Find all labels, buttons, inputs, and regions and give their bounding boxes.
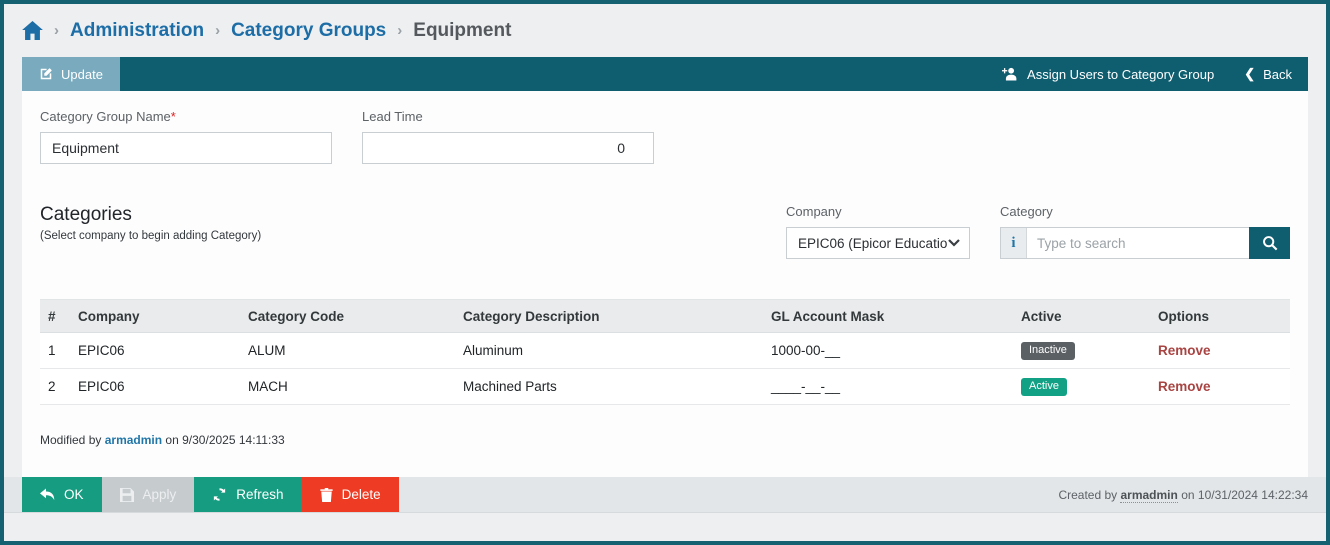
apply-button[interactable]: Apply — [101, 477, 195, 512]
chevron-down-icon — [948, 239, 960, 247]
company-select[interactable]: EPIC06 (Epicor Education — [786, 227, 970, 259]
footer-toolbar: OK Apply Refresh Delete Created by armad… — [4, 477, 1326, 513]
company-label: Company — [786, 204, 842, 219]
categories-section-header: Categories (Select company to begin addi… — [40, 204, 1290, 259]
chevron-left-icon: ❮ — [1244, 66, 1256, 81]
refresh-icon — [212, 487, 227, 502]
category-search-field: Category i — [1000, 204, 1290, 259]
delete-button[interactable]: Delete — [301, 477, 399, 512]
category-search-group: i — [1000, 227, 1290, 259]
toolbar-right-group: Assign Users to Category Group ❮ Back — [1002, 57, 1308, 91]
refresh-button[interactable]: Refresh — [194, 477, 302, 512]
category-group-name-label: Category Group Name* — [40, 109, 176, 124]
undo-arrow-icon — [40, 488, 55, 501]
category-group-name-input[interactable] — [40, 132, 332, 164]
header-active: Active — [1013, 299, 1150, 333]
apply-button-label: Apply — [142, 487, 177, 502]
edit-pencil-icon — [39, 67, 53, 81]
modified-datetime: 9/30/2025 14:11:33 — [182, 433, 285, 447]
header-company: Company — [70, 299, 240, 333]
breadcrumb-current-equipment: Equipment — [413, 19, 512, 41]
breadcrumb-separator: › — [54, 22, 59, 39]
cell-num: 2 — [40, 368, 70, 405]
categories-table: # Company Category Code Category Descrip… — [40, 299, 1290, 405]
remove-link[interactable]: Remove — [1158, 379, 1211, 394]
breadcrumb-category-groups[interactable]: Category Groups — [231, 20, 386, 42]
top-toolbar: Update Assign Users to Category Group ❮ … — [22, 57, 1308, 91]
lead-time-label: Lead Time — [362, 109, 423, 124]
category-search-input[interactable] — [1027, 228, 1250, 258]
table-row: 1 EPIC06 ALUM Aluminum 1000-00-__ Inacti… — [40, 332, 1290, 369]
cell-category-description: Machined Parts — [455, 368, 763, 405]
modified-user-link[interactable]: armadmin — [105, 433, 162, 447]
modified-by-line: Modified by armadmin on 9/30/2025 14:11:… — [40, 433, 1290, 447]
status-badge-inactive: Inactive — [1021, 342, 1075, 360]
assign-users-button[interactable]: Assign Users to Category Group — [1002, 67, 1214, 82]
update-button-label: Update — [61, 66, 103, 82]
lead-time-input[interactable] — [362, 132, 654, 164]
save-icon — [119, 487, 134, 502]
categories-title: Categories — [40, 204, 132, 225]
created-middle: on — [1181, 487, 1195, 502]
cell-num: 1 — [40, 332, 70, 369]
cell-company: EPIC06 — [70, 368, 240, 405]
created-datetime: 10/31/2024 14:22:34 — [1197, 487, 1308, 502]
info-icon: i — [1001, 228, 1027, 258]
categories-controls: Company EPIC06 (Epicor Education Categor… — [786, 204, 1290, 259]
created-by-line: Created by armadmin on 10/31/2024 14:22:… — [1058, 487, 1326, 503]
categories-subtitle: (Select company to begin adding Category… — [40, 230, 262, 242]
trash-icon — [319, 487, 333, 502]
back-button[interactable]: ❮ Back — [1244, 66, 1292, 82]
form-row: Category Group Name* Lead Time — [40, 109, 1290, 164]
header-category-code: Category Code — [240, 299, 455, 333]
cell-category-code: ALUM — [240, 332, 455, 369]
home-icon[interactable] — [22, 21, 43, 40]
breadcrumb-separator: › — [215, 22, 221, 39]
created-prefix: Created by — [1058, 487, 1118, 502]
content-panel: Category Group Name* Lead Time Categorie… — [22, 91, 1308, 477]
remove-link[interactable]: Remove — [1158, 343, 1211, 358]
created-user: armadmin — [1120, 487, 1178, 503]
header-gl-account-mask: GL Account Mask — [763, 299, 1013, 333]
cell-gl-account-mask: ____-__-__ — [763, 368, 1013, 405]
person-plus-icon — [1002, 67, 1019, 81]
back-button-label: Back — [1263, 66, 1292, 82]
company-selected-value: EPIC06 (Epicor Education — [798, 235, 948, 251]
update-button[interactable]: Update — [22, 57, 120, 91]
categories-heading-block: Categories (Select company to begin addi… — [40, 204, 261, 242]
delete-button-label: Delete — [341, 487, 381, 502]
cell-company: EPIC06 — [70, 332, 240, 369]
modified-middle: on — [165, 433, 179, 447]
table-header-row: # Company Category Code Category Descrip… — [40, 299, 1290, 333]
assign-users-label: Assign Users to Category Group — [1027, 66, 1215, 82]
cell-category-description: Aluminum — [455, 332, 763, 369]
search-button[interactable] — [1249, 227, 1290, 259]
cell-category-code: MACH — [240, 368, 455, 405]
modified-prefix: Modified by — [40, 433, 102, 447]
header-num: # — [40, 299, 70, 333]
category-label: Category — [1000, 204, 1053, 219]
breadcrumb-administration[interactable]: Administration — [70, 20, 204, 42]
category-group-name-field: Category Group Name* — [40, 109, 332, 164]
search-icon — [1262, 235, 1278, 251]
breadcrumb-separator: › — [397, 22, 403, 39]
ok-button-label: OK — [64, 487, 84, 502]
company-field: Company EPIC06 (Epicor Education — [786, 204, 970, 259]
header-category-description: Category Description — [455, 299, 763, 333]
header-options: Options — [1150, 299, 1290, 333]
ok-button[interactable]: OK — [22, 477, 102, 512]
cell-gl-account-mask: 1000-00-__ — [763, 332, 1013, 369]
app-window: › Administration › Category Groups › Equ… — [0, 0, 1330, 545]
lead-time-field: Lead Time — [362, 109, 654, 164]
breadcrumb: › Administration › Category Groups › Equ… — [4, 4, 1326, 57]
status-badge-active: Active — [1021, 378, 1067, 396]
refresh-button-label: Refresh — [236, 487, 284, 502]
table-row: 2 EPIC06 MACH Machined Parts ____-__-__ … — [40, 368, 1290, 405]
required-asterisk: * — [170, 109, 176, 124]
